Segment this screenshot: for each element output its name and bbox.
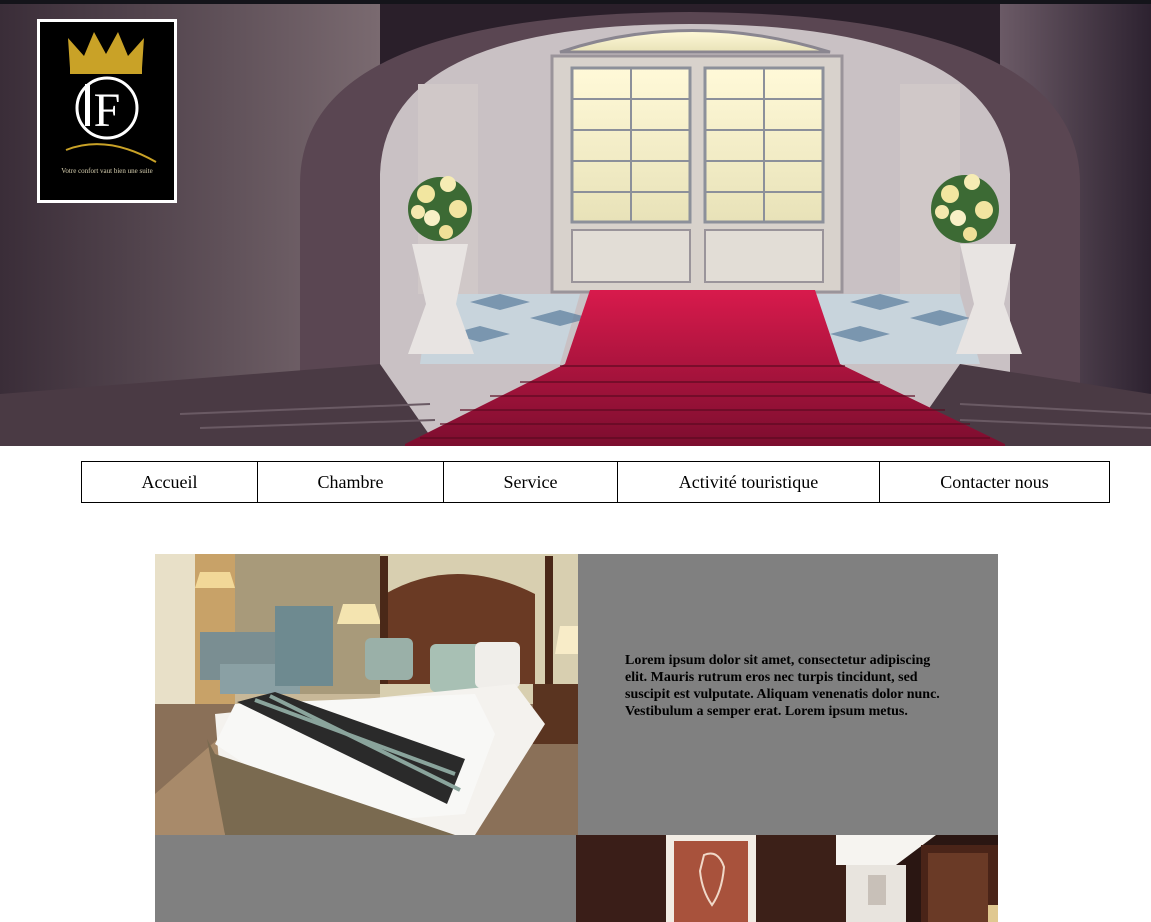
crown-monogram-logo: F Votre confort vaut bien une suite <box>61 32 157 175</box>
bedroom-photo <box>155 554 578 835</box>
nav-item-service[interactable]: Service <box>444 462 618 502</box>
nav-item-accueil[interactable]: Accueil <box>82 462 258 502</box>
nav-item-chambre[interactable]: Chambre <box>258 462 444 502</box>
gray-panel <box>155 835 576 922</box>
suite-image <box>576 835 998 922</box>
main-nav: Accueil Chambre Service Activité tourist… <box>81 461 1110 503</box>
intro-text-panel: Lorem ipsum dolor sit amet, consectetur … <box>578 554 998 835</box>
hero-banner: F Votre confort vaut bien une suite <box>0 0 1151 446</box>
logo-tagline: Votre confort vaut bien une suite <box>61 167 152 175</box>
intro-paragraph: Lorem ipsum dolor sit amet, consectetur … <box>625 653 940 719</box>
bedroom-image <box>155 554 578 835</box>
logo-monogram: F <box>94 84 121 137</box>
hotel-logo[interactable]: F Votre confort vaut bien une suite <box>37 19 177 203</box>
nav-item-activite-touristique[interactable]: Activité touristique <box>618 462 880 502</box>
nav-item-contacter-nous[interactable]: Contacter nous <box>880 462 1109 502</box>
suite-photo <box>576 835 998 922</box>
